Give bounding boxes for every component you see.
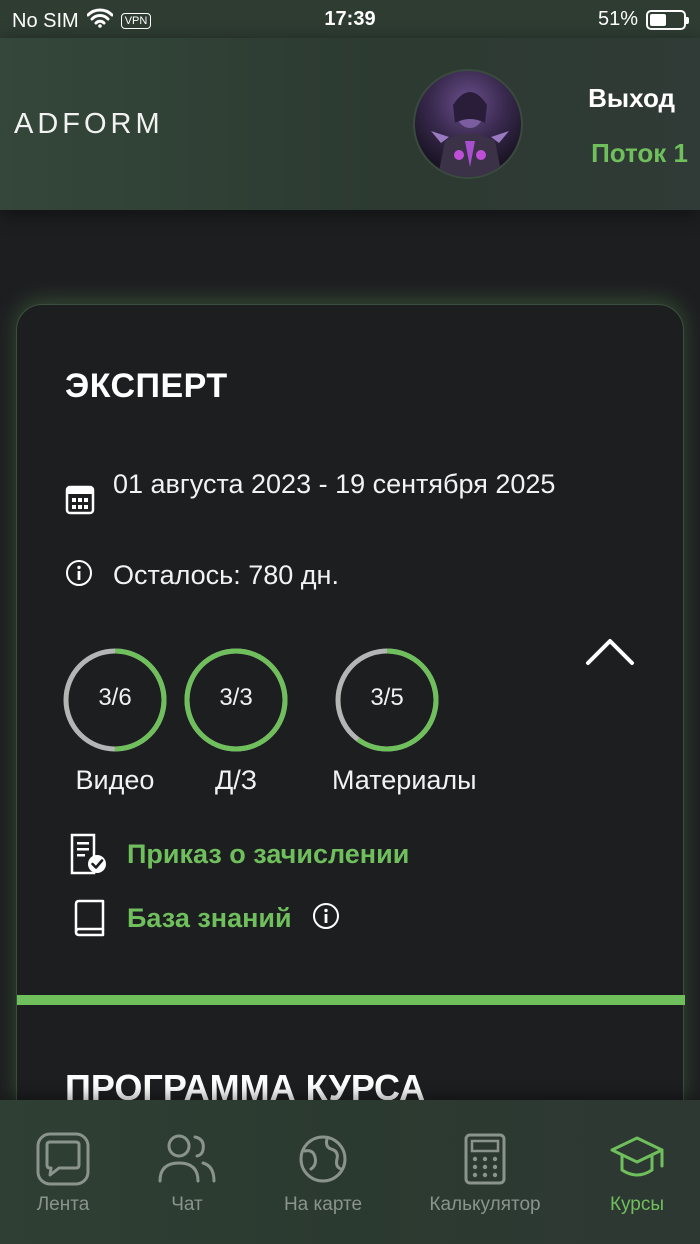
status-time: 17:39: [324, 8, 376, 30]
logout-button[interactable]: Выход: [588, 83, 675, 114]
status-bar: No SIM VPN 17:39 51%: [0, 0, 700, 38]
nav-tab-calculator[interactable]: Калькулятор: [420, 1130, 550, 1216]
progress-count: 3/6: [98, 684, 132, 711]
avatar[interactable]: [413, 69, 523, 179]
feed-icon: [0, 1130, 128, 1188]
progress-ring: 3/6: [62, 647, 168, 753]
chevron-up-icon: [586, 639, 634, 665]
enrollment-order-label[interactable]: Приказ о зачислении: [127, 839, 409, 870]
battery-percent: 51%: [597, 8, 638, 30]
course-card: ЭКСПЕРТ 01 августа 2023 - 19 сентября 20…: [16, 304, 685, 1164]
progress-materials: 3/5 Материалы: [332, 647, 477, 796]
course-title: ЭКСПЕРТ: [65, 367, 228, 405]
nav-label: Курсы: [609, 1194, 665, 1215]
remaining-row: Осталось: 780 дн.: [65, 559, 339, 592]
calendar-icon: [65, 483, 95, 520]
bottom-nav: Лента Чат На карте Калькулятор Курсы: [0, 1100, 700, 1244]
progress-video: 3/6 Видео: [60, 647, 170, 796]
knowledge-base-link[interactable]: База знаний: [69, 899, 340, 937]
nav-label: Чат: [171, 1194, 203, 1215]
globe-icon: [258, 1130, 388, 1188]
document-check-icon: [69, 833, 109, 875]
stream-selector[interactable]: Поток 1: [591, 138, 688, 169]
nav-tab-map[interactable]: На карте: [258, 1130, 388, 1216]
nav-tab-chat[interactable]: Чат: [122, 1130, 252, 1216]
knowledge-base-label[interactable]: База знаний: [127, 903, 292, 934]
progress-count: 3/3: [219, 684, 253, 711]
progress-caption: Материалы: [332, 765, 477, 795]
nav-label: Калькулятор: [429, 1194, 541, 1215]
nav-tab-courses[interactable]: Курсы: [572, 1130, 700, 1216]
course-dates-row: 01 августа 2023 - 19 сентября 2025: [65, 465, 585, 520]
progress-caption: Видео: [75, 765, 155, 795]
info-icon: [65, 559, 93, 592]
battery-icon: [646, 9, 689, 30]
enrollment-order-link[interactable]: Приказ о зачислении: [69, 833, 409, 875]
book-icon: [69, 899, 109, 937]
progress-ring: 3/3: [183, 647, 289, 753]
progress-caption: Д/З: [214, 765, 258, 795]
app-header: ADFORM Выход Поток 1: [0, 38, 700, 210]
progress-count: 3/5: [370, 684, 404, 711]
remaining-days: Осталось: 780 дн.: [113, 560, 339, 590]
course-dates: 01 августа 2023 - 19 сентября 2025: [113, 469, 556, 499]
nav-label: Лента: [36, 1194, 90, 1215]
graduation-cap-icon: [572, 1130, 700, 1188]
section-divider: [17, 995, 685, 1005]
calculator-icon: [420, 1130, 550, 1188]
screen: No SIM VPN 17:39 51% ADFORM Выход Поток …: [0, 0, 700, 1244]
adform-logo: ADFORM: [14, 108, 164, 140]
progress-ring: 3/5: [334, 647, 440, 753]
info-icon[interactable]: [312, 902, 340, 935]
collapse-button[interactable]: [583, 631, 637, 671]
nav-tab-feed[interactable]: Лента: [0, 1130, 128, 1216]
chat-users-icon: [122, 1130, 252, 1188]
progress-homework: 3/3 Д/З: [181, 647, 291, 796]
nav-label: На карте: [283, 1194, 363, 1215]
status-right: 51%: [597, 8, 689, 31]
